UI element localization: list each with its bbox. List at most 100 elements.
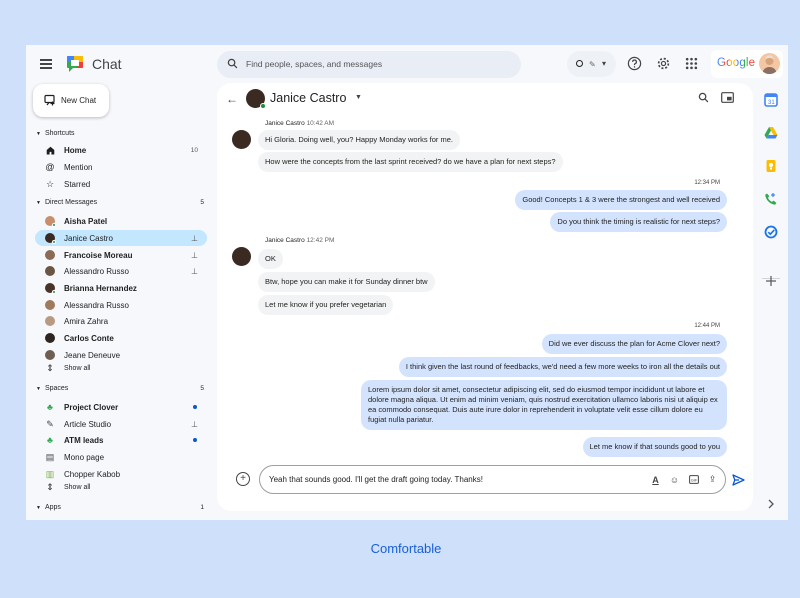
dm-item[interactable]: Alessandro Russo ⊥ [35,263,207,279]
message-bubble-outgoing[interactable]: Lorem ipsum dolor sit amet, consectetur … [361,380,727,430]
apps-header[interactable]: ▼ Apps 1 [36,504,204,511]
apps-grid-icon[interactable] [682,54,700,72]
space-item[interactable]: ♣ Project Clover [35,399,207,415]
direct-messages-header[interactable]: ▼ Direct Messages 5 [36,199,204,206]
dm-show-all[interactable]: ⇕ Show all [35,360,207,376]
chevron-down-icon: ▾ [602,59,607,68]
sender-avatar[interactable] [232,130,251,149]
message-bubble-outgoing[interactable]: Do you think the timing is realistic for… [550,212,727,232]
phone-icon[interactable] [764,192,778,206]
search-bar[interactable]: Find people, spaces, and messages [217,51,521,78]
shortcut-home[interactable]: Home 10 [35,142,207,158]
dm-item[interactable]: Francoise Moreau ⊥ [35,247,207,263]
direct-messages-title: Direct Messages [44,199,98,206]
main-menu-icon[interactable] [40,59,52,69]
sender-avatar[interactable] [232,247,251,266]
message-input[interactable]: Yeah that sounds good. I'll get the draf… [269,475,483,484]
message-bubble-incoming[interactable]: How were the concepts from the last spri… [258,152,563,172]
settings-gear-icon[interactable] [654,54,672,72]
dm-label: Janice Castro [64,233,113,243]
send-icon[interactable] [732,474,745,486]
dm-item[interactable]: Alessandra Russo [35,297,207,313]
tasks-icon[interactable] [764,225,778,239]
dm-item[interactable]: Brianna Hernandez [35,280,207,296]
presence-indicator [52,290,56,294]
dm-item[interactable]: Carlos Conte [35,330,207,346]
contact-name[interactable]: Janice Castro [270,91,346,105]
presence-indicator [260,103,266,109]
keep-icon[interactable] [764,159,778,173]
at-icon: @ [45,162,55,172]
emoji-icon[interactable]: ☺ [668,473,681,486]
dm-item[interactable]: Janice Castro ⊥ [35,230,207,246]
dm-item[interactable]: Aisha Patel [35,213,207,229]
dm-label: Jeane Deneuve [64,350,121,360]
show-all-label: Show all [64,483,91,491]
shortcut-starred[interactable]: ☆ Starred [35,176,207,192]
chevron-down-icon[interactable]: ▼ [355,94,362,101]
dm-avatar [45,250,55,260]
message-timestamp: 12:34 PM [694,180,720,186]
spaces-header[interactable]: ▼ Spaces 5 [36,385,204,392]
help-icon[interactable] [625,54,643,72]
format-text-icon[interactable]: A [649,473,662,486]
dm-avatar [45,333,55,343]
space-item[interactable]: ♣ ATM leads [35,432,207,448]
dm-item[interactable]: Amira Zahra [35,313,207,329]
message-bubble-incoming[interactable]: Btw, hope you can make it for Sunday din… [258,272,435,292]
message-bubble-outgoing[interactable]: Let me know if that sounds good to you [582,437,727,457]
pin-icon[interactable]: ⊥ [191,420,198,429]
mic-off-icon: ✎ [589,60,596,69]
add-app-icon[interactable] [764,274,778,288]
spaces-show-all[interactable]: ⇕ Show all [35,479,207,495]
space-item[interactable]: ✎ Article Studio ⊥ [35,416,207,432]
calendar-icon[interactable]: 31 [764,93,778,107]
message-bubble-incoming[interactable]: Hi Gloria. Doing well, you? Happy Monday… [258,130,460,150]
dm-label: Alessandro Russo [64,266,129,276]
add-attachment-button[interactable]: + [236,472,250,486]
message-composer[interactable]: Yeah that sounds good. I'll get the draf… [259,465,726,494]
pin-icon[interactable]: ⊥ [191,251,198,260]
message-bubble-outgoing[interactable]: Did we ever discuss the plan for Acme Cl… [541,334,727,354]
user-avatar[interactable] [759,53,780,74]
back-arrow-icon[interactable]: ← [226,92,238,106]
search-icon [227,58,238,69]
message-bubble-incoming[interactable]: Let me know if you prefer vegetarian [258,295,394,315]
caret-down-icon: ▼ [36,130,41,137]
caret-down-icon: ▼ [36,504,41,511]
shortcut-label: Mention [64,162,93,172]
new-chat-label: New Chat [61,96,97,105]
clover-icon: ♣ [47,402,53,412]
pin-icon[interactable]: ⊥ [191,267,198,276]
google-account-button[interactable]: Google [711,50,783,78]
search-icon[interactable] [698,92,709,103]
picture-in-picture-icon[interactable] [721,92,734,103]
status-selector[interactable]: ✎ ▾ [567,51,616,77]
message-bubble-incoming[interactable]: OK [258,249,283,269]
space-item[interactable]: ▤ Mono page [35,449,207,465]
pin-icon[interactable]: ⊥ [191,234,198,243]
dm-label: Carlos Conte [64,333,114,343]
space-label: ATM leads [64,435,104,445]
upload-icon[interactable]: ⇪ [706,473,719,486]
space-label: Article Studio [64,419,112,429]
drive-icon[interactable] [764,126,778,140]
gif-icon[interactable]: GIF [687,473,700,486]
search-input[interactable]: Find people, spaces, and messages [246,59,382,69]
dm-label: Brianna Hernandez [64,283,137,293]
chat-logo-icon [67,56,83,72]
clover-icon: ♣ [47,435,53,445]
message-time: 10:42 AM [306,120,335,127]
shortcuts-header[interactable]: ▼ Shortcuts [36,130,204,137]
message-bubble-outgoing[interactable]: I think given the last round of feedback… [398,357,727,377]
shortcut-mention[interactable]: @ Mention [35,159,207,175]
message-bubble-outgoing[interactable]: Good! Concepts 1 & 3 were the strongest … [515,190,727,210]
spaces-title: Spaces [44,385,69,392]
chevron-right-icon[interactable] [764,497,778,511]
new-chat-button[interactable]: New Chat [33,84,109,117]
contact-avatar[interactable] [246,89,266,109]
presence-indicator [52,223,56,227]
message-sender: Janice Castro 12:42 PM [265,237,334,244]
apps-title: Apps [44,504,61,511]
space-label: Chopper Kabob [64,469,121,479]
